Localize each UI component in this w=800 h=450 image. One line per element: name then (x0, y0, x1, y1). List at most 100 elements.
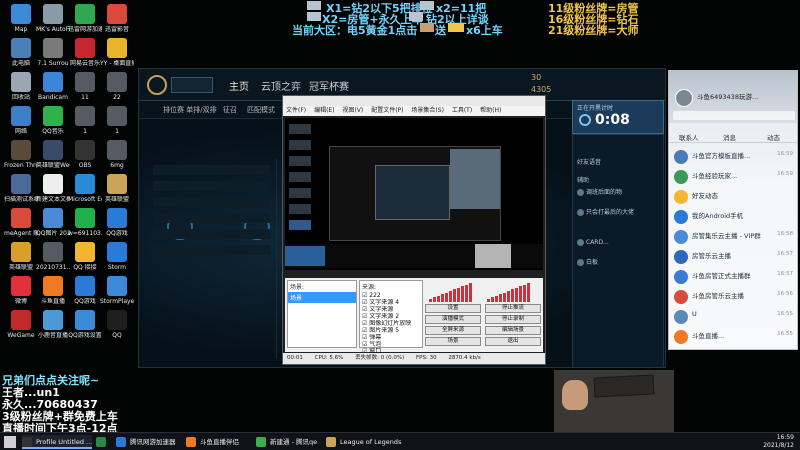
obs-menu-profile[interactable]: 配置文件(P) (371, 107, 403, 114)
desktop-shortcut[interactable]: WeGame (4, 310, 38, 339)
qq-contact-row[interactable]: 我的Android手机 (669, 207, 797, 229)
windows-start-icon[interactable] (4, 436, 16, 448)
avatar[interactable] (675, 89, 693, 107)
scene-item[interactable]: 场景 (288, 292, 356, 303)
taskbar-item[interactable]: 新建通 - 腾讯qe (256, 435, 317, 449)
desktop-shortcut[interactable]: 新建文本文档 (36, 174, 70, 203)
source-item[interactable]: 图片来源 5 (360, 327, 422, 334)
nav-tft[interactable]: 云顶之弈 (261, 78, 301, 93)
taskbar-item[interactable]: 腾讯网游加速器 (116, 435, 176, 449)
desktop-shortcut[interactable]: 斗鱼直播 (36, 276, 70, 305)
settings-button[interactable]: 设置 (425, 304, 481, 313)
qq-main-panel[interactable]: 斗鱼6493438玩游... 联系人 消息 动态 斗鱼官方模板直播... 16:5… (668, 70, 798, 350)
tab-feed[interactable]: 动态 (767, 132, 780, 142)
source-item[interactable]: 222 (360, 292, 422, 299)
qq-search-input[interactable] (673, 111, 795, 120)
desktop-shortcut[interactable]: w=691103... (68, 208, 102, 237)
desktop-shortcut[interactable]: 1 (100, 106, 134, 135)
obs-titlebar[interactable] (283, 96, 545, 106)
desktop-shortcut[interactable]: 1 (68, 106, 102, 135)
desktop-shortcut[interactable]: 扫描测试系统 (4, 174, 38, 203)
desktop-shortcut[interactable]: 迅雷网游加速器 (68, 4, 102, 33)
obs-sources-list[interactable]: 来源: 222文字来源 4文字来源文字来源 2图像幻灯片放映图片来源 5弹幕气泡… (359, 280, 423, 355)
desktop-shortcut[interactable]: MK's AutoFire (36, 4, 70, 33)
desktop-shortcut[interactable]: meAgent 账户 (4, 208, 38, 237)
scene-button[interactable]: 场景 (425, 337, 481, 346)
qq-contact-row[interactable]: 斗鱼房管正式主播群 16:57 (669, 267, 797, 289)
desktop-shortcut[interactable]: 迅雷影音 (100, 4, 134, 33)
voice-member[interactable]: 调班后面的物 (577, 187, 622, 196)
queue-draft[interactable]: 征召 (223, 105, 237, 115)
desktop-shortcut[interactable]: 22 (100, 72, 134, 101)
voice-panel[interactable]: 好友语音 辅助 调班后面的物 只会打最后的大佬 CARD... 白板 (572, 134, 664, 368)
obs-window[interactable]: 文件(F) 编辑(E) 视图(V) 配置文件(P) 场景集合(S) 工具(T) … (282, 95, 546, 365)
voice-group[interactable]: 辅助 (577, 175, 589, 184)
queue-ranked[interactable]: 排位赛 单排/双排 (163, 105, 217, 115)
desktop-shortcut[interactable]: QQ 接接 (68, 242, 102, 271)
exit-button[interactable]: 退出 (485, 337, 541, 346)
desktop-shortcut[interactable]: 网易云音乐 (68, 38, 102, 67)
desktop-shortcut[interactable]: OBS (68, 140, 102, 169)
source-item[interactable]: 图像幻灯片放映 (360, 320, 422, 327)
desktop-shortcut[interactable]: StormPlayer (100, 276, 134, 305)
voice-member[interactable]: 白板 (577, 257, 598, 266)
desktop-shortcut[interactable]: QQ游戏 (68, 276, 102, 305)
qq-contact-row[interactable]: 房管集乐云主播 - VIP群 16:58 (669, 227, 797, 249)
nav-home[interactable]: 主页 (229, 78, 249, 93)
desktop-shortcut[interactable]: 微博 (4, 276, 38, 305)
tab-messages[interactable]: 消息 (723, 132, 736, 142)
play-button[interactable] (171, 77, 213, 93)
fullscreen-source-button[interactable]: 全屏来源 (425, 326, 481, 335)
taskbar-item[interactable]: League of Legends (326, 435, 401, 449)
desktop-shortcut[interactable]: Map (4, 4, 38, 33)
source-item[interactable]: 文字来源 4 (360, 299, 422, 306)
obs-menu-tools[interactable]: 工具(T) (452, 107, 472, 114)
tab-contacts[interactable]: 联系人 (679, 132, 699, 142)
taskbar-item[interactable]: Profile Untitled ... (22, 435, 93, 449)
obs-menu-file[interactable]: 文件(F) (286, 107, 306, 114)
desktop-shortcut[interactable]: 英雄联盟WeGame 0.6.24 (36, 140, 70, 169)
qq-contact-row[interactable]: 好友动态 (669, 187, 797, 209)
edit-scene-button[interactable]: 编辑场景 (485, 326, 541, 335)
source-item[interactable]: 文字来源 (360, 306, 422, 313)
stop-record-button[interactable]: 停止录制 (485, 315, 541, 324)
desktop-shortcut[interactable]: 此电脑 (4, 38, 38, 67)
source-item[interactable]: 弹幕 (360, 334, 422, 341)
qq-contact-row[interactable]: 斗鱼官方模板直播... 16:59 (669, 147, 797, 169)
obs-menu-edit[interactable]: 编辑(E) (314, 107, 334, 114)
desktop-shortcut[interactable]: QQ游戏设置 (68, 310, 102, 339)
desktop-shortcut[interactable]: 11 (68, 72, 102, 101)
desktop-shortcut[interactable]: 20210731... (36, 242, 70, 271)
qq-contact-row[interactable]: U 16:55 (669, 307, 797, 329)
desktop-shortcut[interactable]: 英雄联盟 (100, 174, 134, 203)
obs-menu-view[interactable]: 视图(V) (342, 107, 363, 114)
obs-menu-scenes[interactable]: 场景集合(S) (411, 107, 444, 114)
obs-scenes-list[interactable]: 场景: 场景 (287, 280, 357, 348)
obs-menu-help[interactable]: 帮助(H) (480, 107, 501, 114)
desktop-shortcut[interactable]: QQ游戏 (100, 208, 134, 237)
qq-contact-row[interactable]: 房管乐云主播 16:57 (669, 247, 797, 269)
desktop-shortcut[interactable]: 英雄联盟 (4, 242, 38, 271)
voice-member[interactable]: CARD... (577, 239, 609, 246)
nav-clash[interactable]: 冠军杯赛 (309, 78, 349, 93)
desktop-shortcut[interactable]: 网络 (4, 106, 38, 135)
voice-member[interactable]: 只会打最后的大佬 (577, 207, 634, 216)
desktop-shortcut[interactable]: QQ图片 20210... (36, 208, 70, 237)
desktop-shortcut[interactable]: Frozen Throne (4, 140, 38, 169)
stop-stream-button[interactable]: 停止推流 (485, 304, 541, 313)
desktop-shortcut[interactable]: Storm (100, 242, 134, 271)
desktop-shortcut[interactable]: 回收站 (4, 72, 38, 101)
desktop-shortcut[interactable]: Microsoft Edge (68, 174, 102, 203)
desktop-shortcut[interactable]: QQ音乐 (36, 106, 70, 135)
desktop-shortcut[interactable]: 7.1 Surrou (36, 38, 70, 67)
qq-contact-row[interactable]: 斗鱼房管乐云主播 16:56 (669, 287, 797, 309)
queue-normal[interactable]: 匹配模式 (247, 105, 275, 115)
studio-mode-button[interactable]: 演播模式 (425, 315, 481, 324)
source-item[interactable]: 气泡 (360, 341, 422, 348)
qq-contact-row[interactable]: 斗鱼直播... 16:55 (669, 327, 797, 349)
desktop-shortcut[interactable]: QQ (100, 310, 134, 339)
taskbar-item[interactable]: 斗鱼直播伴侣 (186, 435, 239, 449)
desktop-shortcut[interactable]: Bandicam (36, 72, 70, 101)
desktop-shortcut[interactable]: 6mg (100, 140, 134, 169)
desktop-shortcut[interactable]: YY - 桌面直播 (100, 38, 134, 67)
